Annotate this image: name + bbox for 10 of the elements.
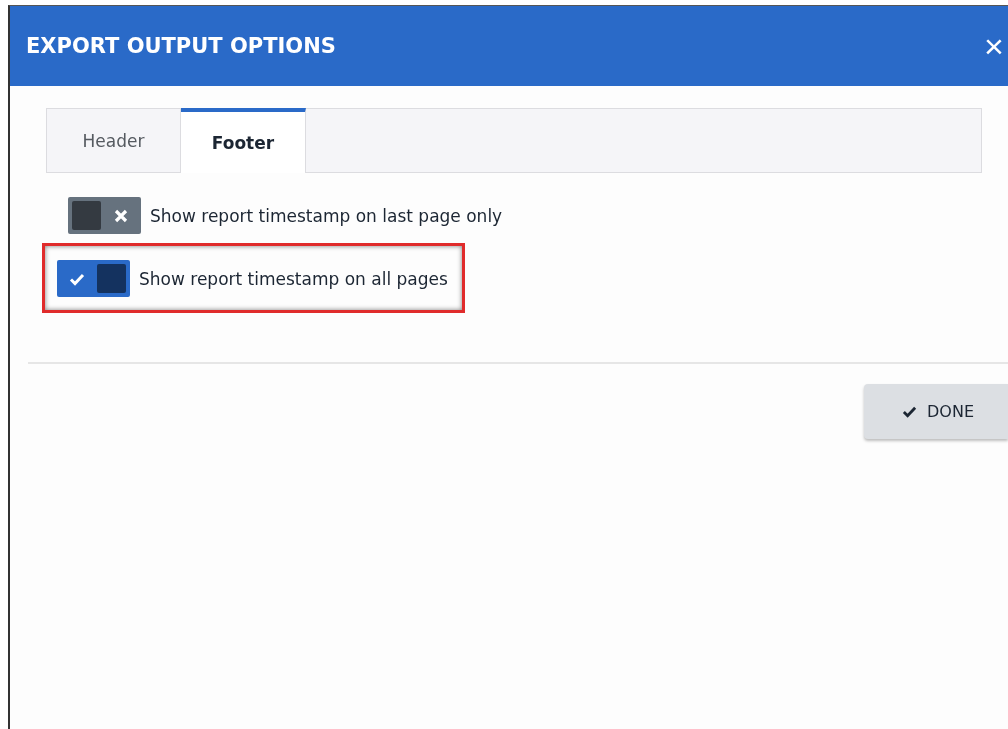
close-icon xyxy=(114,208,128,223)
tab[interactable]: Footer xyxy=(181,108,306,173)
check-icon xyxy=(902,404,917,419)
toggle-switch[interactable] xyxy=(57,260,130,297)
option-label: Show report timestamp on last page only xyxy=(150,205,503,226)
close-button[interactable]: × xyxy=(982,29,1008,63)
dialog-title: EXPORT OUTPUT OPTIONS xyxy=(26,34,336,58)
toggle-switch[interactable] xyxy=(68,197,141,234)
option-label: Show report timestamp on all pages xyxy=(139,268,448,289)
done-button[interactable]: DONE xyxy=(864,384,1008,439)
